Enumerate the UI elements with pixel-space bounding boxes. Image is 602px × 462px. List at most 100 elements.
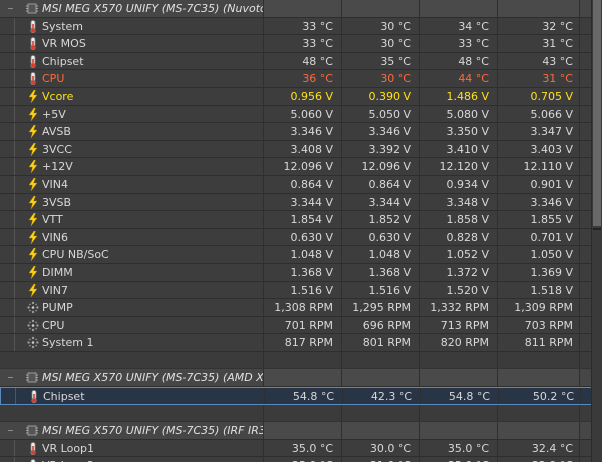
current-value: 3.346 V: [264, 123, 342, 140]
collapse-toggle-icon[interactable]: [8, 377, 13, 379]
sensor-row-avsb[interactable]: AVSB 3.346 V 3.346 V 3.350 V 3.347 V: [0, 123, 592, 141]
sensor-name: CPU: [42, 318, 65, 332]
sensor-row-chipset[interactable]: Chipset 48 °C 35 °C 48 °C 43 °C: [0, 52, 592, 71]
thermometer-icon: [27, 37, 39, 51]
sensor-name-cell: VIN6: [0, 228, 264, 246]
tree-line: [14, 123, 15, 140]
maximum-value: 1,332 RPM: [420, 299, 498, 316]
sensor-row-vcore[interactable]: Vcore 0.956 V 0.390 V 1.486 V 0.705 V: [0, 87, 592, 106]
scrollbar-thumb[interactable]: [593, 0, 601, 226]
average-value: 5.066 V: [498, 105, 580, 123]
sensor-row-3vsb[interactable]: 3VSB 3.344 V 3.344 V 3.348 V 3.346 V: [0, 193, 592, 212]
sensor-name-cell: DIMM: [0, 263, 264, 281]
sensor-name: VR MOS: [42, 37, 86, 51]
current-value: 5.060 V: [264, 105, 342, 123]
scrollbar-gap: [593, 228, 601, 230]
sensor-row-system[interactable]: System 33 °C 30 °C 34 °C 32 °C: [0, 17, 592, 36]
sensor-name-cell: CPU NB/SoC: [0, 246, 264, 263]
group-spacer: [0, 351, 592, 370]
sensor-name-cell: Vcore: [0, 87, 264, 105]
collapse-toggle-icon[interactable]: [8, 8, 13, 9]
group-name-cell: MSI MEG X570 UNIFY (MS-7C35) (AMD X5...: [0, 369, 264, 387]
average-value: 32.4 °C: [498, 439, 580, 457]
value-cell: [420, 422, 498, 439]
sensor-name: PUMP: [42, 301, 73, 315]
vertical-scrollbar[interactable]: [591, 0, 602, 462]
sensor-row-vr-loop1[interactable]: VR Loop1 35.0 °C 30.0 °C 35.0 °C 32.4 °C: [0, 439, 592, 458]
sensor-row-vin6[interactable]: VIN6 0.630 V 0.630 V 0.828 V 0.701 V: [0, 228, 592, 247]
sensor-name: 3VSB: [42, 195, 72, 209]
tree-line: [14, 316, 15, 334]
current-value: 1,308 RPM: [264, 299, 342, 316]
current-value: 35.0 °C: [264, 439, 342, 457]
sensor-row-system-1[interactable]: System 1 817 RPM 801 RPM 820 RPM 811 RPM: [0, 334, 592, 352]
sensor-group-header[interactable]: MSI MEG X570 UNIFY (MS-7C35) (IRF IR3...: [0, 422, 592, 440]
sensor-row-chipset[interactable]: Chipset 54.8 °C 42.3 °C 54.8 °C 50.2 °C: [0, 387, 592, 405]
value-cell: [264, 351, 342, 369]
sensor-row-pump[interactable]: PUMP 1,308 RPM 1,295 RPM 1,332 RPM 1,309 RPM: [0, 299, 592, 317]
sensor-name-cell: VR Loop2: [0, 457, 264, 462]
current-value: 3.344 V: [264, 193, 342, 211]
sensor-row-vin4[interactable]: VIN4 0.864 V 0.864 V 0.934 V 0.901 V: [0, 175, 592, 194]
sensor-row-vin7[interactable]: VIN7 1.516 V 1.516 V 1.520 V 1.518 V: [0, 281, 592, 300]
minimum-value: 31.0 °C: [342, 457, 420, 462]
sensor-row-dimm[interactable]: DIMM 1.368 V 1.368 V 1.372 V 1.369 V: [0, 263, 592, 282]
minimum-value: 5.050 V: [342, 105, 420, 123]
average-value: 43 °C: [498, 52, 580, 70]
sensor-name: 3VCC: [42, 142, 72, 156]
maximum-value: 48 °C: [420, 52, 498, 70]
value-cell: [498, 351, 580, 369]
tree-line: [14, 35, 15, 52]
sensor-row-cpu-nb-soc[interactable]: CPU NB/SoC 1.048 V 1.048 V 1.052 V 1.050 V: [0, 246, 592, 264]
average-value: 32.9 °C: [498, 457, 580, 462]
group-title: MSI MEG X570 UNIFY (MS-7C35) (IRF IR3...: [42, 424, 264, 438]
sensor-group-header[interactable]: MSI MEG X570 UNIFY (MS-7C35) (AMD X5...: [0, 369, 592, 388]
tree-line: [14, 439, 15, 457]
sensor-group-header[interactable]: MSI MEG X570 UNIFY (MS-7C35) (Nuvoto...: [0, 0, 592, 18]
sensor-row-cpu[interactable]: CPU 701 RPM 696 RPM 713 RPM 703 RPM: [0, 316, 592, 335]
tree-line: [14, 193, 15, 211]
sensor-row-vtt[interactable]: VTT 1.854 V 1.852 V 1.858 V 1.855 V: [0, 211, 592, 229]
current-value: 3.408 V: [264, 140, 342, 158]
current-value: 12.096 V: [264, 158, 342, 175]
lightning-icon: [27, 265, 39, 280]
sensor-name: VR Loop2: [42, 457, 94, 462]
tree-line: [14, 299, 15, 316]
sensor-name-cell: System 1: [0, 334, 264, 351]
current-value: 54.8 °C: [265, 388, 343, 404]
lightning-icon: [27, 160, 39, 174]
sensor-name-cell: CPU: [0, 316, 264, 334]
maximum-value: 12.120 V: [420, 158, 498, 175]
average-value: 1.855 V: [498, 211, 580, 228]
maximum-value: 0.934 V: [420, 175, 498, 193]
sensor-row-vr-loop2[interactable]: VR Loop235.0 °C31.0 °C35.0 °C32.9 °C: [0, 457, 592, 462]
value-cell: [420, 369, 498, 387]
tree-line: [14, 334, 15, 351]
current-value: 0.630 V: [264, 228, 342, 246]
sensor-name-cell: VIN4: [0, 175, 264, 193]
tree-line: [14, 281, 15, 299]
sensor-row-5v[interactable]: +5V 5.060 V 5.050 V 5.080 V 5.066 V: [0, 105, 592, 124]
maximum-value: 1.372 V: [420, 263, 498, 281]
sensor-row-3vcc[interactable]: 3VCC 3.408 V 3.392 V 3.410 V 3.403 V: [0, 140, 592, 159]
value-cell: [264, 0, 342, 17]
sensor-row-cpu[interactable]: CPU 36 °C 30 °C 44 °C 31 °C: [0, 70, 592, 88]
average-value: 3.403 V: [498, 140, 580, 158]
maximum-value: 1.858 V: [420, 211, 498, 228]
sensor-row-vr-mos[interactable]: VR MOS 33 °C 30 °C 33 °C 31 °C: [0, 35, 592, 53]
sensor-row-12v[interactable]: +12V 12.096 V 12.096 V 12.120 V 12.110 V: [0, 158, 592, 176]
minimum-value: 42.3 °C: [343, 388, 421, 404]
tree-line: [14, 87, 15, 105]
average-value: 31 °C: [498, 70, 580, 87]
sensor-name-cell: PUMP: [0, 299, 264, 316]
collapse-toggle-icon[interactable]: [8, 430, 13, 432]
maximum-value: 34 °C: [420, 17, 498, 35]
sensor-name: CPU: [42, 72, 65, 86]
maximum-value: 3.350 V: [420, 123, 498, 140]
sensor-name-cell: VTT: [0, 211, 264, 228]
sensor-name: Vcore: [42, 89, 74, 103]
group-title: MSI MEG X570 UNIFY (MS-7C35) (AMD X5...: [42, 371, 264, 385]
minimum-value: 1.048 V: [342, 246, 420, 263]
value-cell: [498, 404, 580, 422]
minimum-value: 801 RPM: [342, 334, 420, 351]
